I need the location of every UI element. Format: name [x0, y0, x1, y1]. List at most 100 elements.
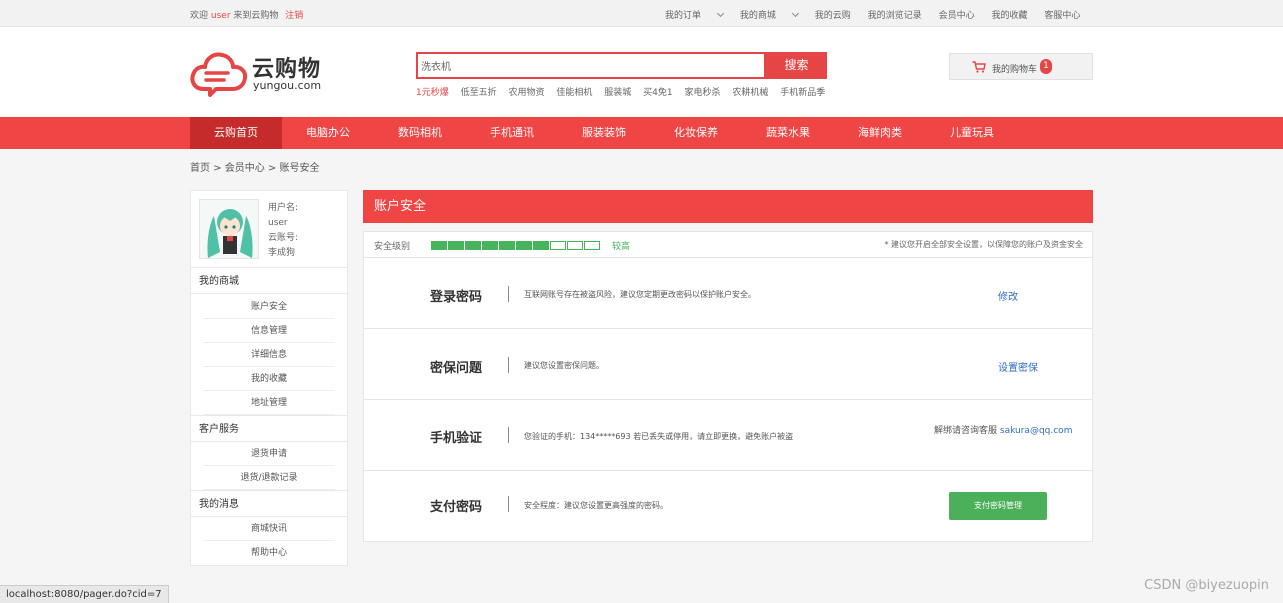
avatar — [199, 199, 259, 259]
sidebar-item-info-management[interactable]: 信息管理 — [203, 319, 335, 343]
welcome-suffix: 来到云购物 — [233, 11, 279, 21]
payment-password-button[interactable]: 支付密码管理 — [949, 492, 1047, 520]
top-link-member[interactable]: 会员中心 — [939, 11, 975, 21]
sidebar-item-help[interactable]: 帮助中心 — [203, 541, 335, 565]
username-link[interactable]: user — [211, 11, 231, 21]
cart-count-badge: 1 — [1040, 59, 1052, 74]
status-url: localhost:8080/pager.do?cid=7 — [0, 585, 169, 603]
row-divider — [508, 357, 509, 373]
row-title: 密保问题 — [430, 361, 483, 376]
sidebar-section-messages: 我的消息 — [191, 490, 347, 517]
security-level-value: 较高 — [612, 242, 631, 252]
nav-item-computers[interactable]: 电脑办公 — [282, 117, 374, 149]
security-level-segment — [533, 241, 549, 250]
top-link-service[interactable]: 客服中心 — [1044, 11, 1080, 21]
sidebar-item-favorites[interactable]: 我的收藏 — [203, 367, 335, 391]
hotword-link[interactable]: 低至五折 — [461, 88, 497, 98]
logo-domain: yungou.com — [253, 79, 322, 92]
sidebar-item-return-request[interactable]: 退货申请 — [203, 442, 335, 466]
security-level-segment — [567, 241, 583, 250]
sidebar-item-account-security[interactable]: 账户安全 — [203, 295, 335, 319]
cart-button[interactable]: 我的购物车 1 — [949, 53, 1093, 80]
sidebar-item-addresses[interactable]: 地址管理 — [203, 391, 335, 415]
service-email-link[interactable]: sakura@qq.com — [1000, 426, 1073, 436]
welcome-label: 欢迎 — [190, 11, 209, 21]
nav-item-toys[interactable]: 儿童玩具 — [926, 117, 1018, 149]
security-row-payment-password: 支付密码 安全程度：建议您设置更高强度的密码。 支付密码管理 — [364, 471, 1092, 542]
account-label: 云账号: — [268, 233, 299, 243]
hotword-link[interactable]: 家电秒杀 — [685, 88, 721, 98]
sidebar-section-service: 客户服务 — [191, 415, 347, 442]
username-label: 用户名: — [268, 203, 299, 213]
hotword-link[interactable]: 1元秒爆 — [416, 88, 449, 98]
header: 云购物 yungou.com 搜索 1元秒爆 低至五折 农用物资 佳能相机 服装… — [0, 27, 1283, 117]
nav-item-clothing[interactable]: 服装装饰 — [558, 117, 650, 149]
modify-password-link[interactable]: 修改 — [998, 288, 1018, 303]
breadcrumb: 首页 > 会员中心 > 账号安全 — [190, 163, 320, 174]
sidebar-item-news[interactable]: 商城快讯 — [203, 517, 335, 541]
hotword-link[interactable]: 佳能相机 — [556, 88, 592, 98]
hotword-link[interactable]: 手机新品季 — [780, 88, 825, 98]
hotword-link[interactable]: 服装城 — [604, 88, 631, 98]
security-row-login-password: 登录密码 互联网账号存在被盗风险，建议您定期更改密码以保护账户安全。 修改 — [364, 258, 1092, 329]
nav-item-cameras[interactable]: 数码相机 — [374, 117, 466, 149]
security-level-segment — [482, 241, 498, 250]
chevron-down-icon — [716, 9, 725, 18]
row-description: 安全程度：建议您设置更高强度的密码。 — [524, 501, 668, 510]
search-box — [416, 52, 766, 79]
hotword-link[interactable]: 农用物资 — [509, 88, 545, 98]
site-logo[interactable]: 云购物 yungou.com — [190, 49, 340, 97]
top-link-yungou[interactable]: 我的云购 — [815, 11, 851, 21]
security-level-segment — [584, 241, 600, 250]
top-link-favorites[interactable]: 我的收藏 — [991, 11, 1027, 21]
unbind-note: 解绑请咨询客服 sakura@qq.com — [934, 423, 1072, 436]
security-level-segment — [550, 241, 566, 250]
user-info: 用户名: user 云账号: 李成狗 — [268, 201, 298, 261]
account-value: 李成狗 — [268, 248, 296, 258]
sidebar-item-refund-records[interactable]: 退货/退款记录 — [203, 466, 335, 490]
security-level-row: 安全级别 较高 * 建议您开启全部安全设置，以保障您的账户及资金安全 — [364, 232, 1092, 258]
row-divider — [508, 286, 509, 302]
cart-icon — [972, 61, 986, 73]
top-link-history[interactable]: 我的浏览记录 — [868, 11, 922, 21]
security-row-security-question: 密保问题 建议您设置密保问题。 设置密保 — [364, 329, 1092, 400]
account-security-panel: 账户安全 安全级别 较高 * 建议您开启全部安全设置，以保障您的账户及资金安全 … — [363, 190, 1093, 542]
avatar-image — [200, 200, 258, 258]
search-button[interactable]: 搜索 — [766, 52, 827, 79]
chevron-down-icon — [791, 9, 799, 18]
nav-item-seafood[interactable]: 海鲜肉类 — [834, 117, 926, 149]
row-divider — [508, 496, 509, 512]
row-description: 建议您设置密保问题。 — [524, 361, 604, 370]
panel-body: 安全级别 较高 * 建议您开启全部安全设置，以保障您的账户及资金安全 登录密码 … — [363, 231, 1093, 542]
top-bar: 欢迎 user 来到云购物 注销 我的订单 我的商城 我的云购 我的浏览记录 会… — [0, 0, 1283, 27]
unbind-note-text: 解绑请咨询客服 — [934, 426, 998, 436]
search-input[interactable] — [418, 54, 764, 77]
hotword-link[interactable]: 买4免1 — [643, 88, 672, 98]
row-title: 支付密码 — [430, 500, 483, 515]
row-title: 登录密码 — [430, 290, 483, 305]
row-divider — [508, 427, 509, 443]
sidebar-section-mall: 我的商城 — [191, 267, 347, 294]
username-value: user — [268, 218, 288, 228]
security-level-segment — [431, 241, 447, 250]
nav-item-home[interactable]: 云购首页 — [190, 117, 282, 149]
watermark: CSDN @biyezuopin — [1144, 578, 1269, 593]
nav-item-produce[interactable]: 蔬菜水果 — [742, 117, 834, 149]
nav-item-cosmetics[interactable]: 化妆保养 — [650, 117, 742, 149]
top-link-mall[interactable]: 我的商城 — [740, 9, 799, 21]
member-sidebar: 用户名: user 云账号: 李成狗 我的商城 账户安全 信息管理 详细信息 我… — [190, 190, 348, 566]
nav-item-phones[interactable]: 手机通讯 — [466, 117, 558, 149]
hotword-link[interactable]: 农耕机械 — [732, 88, 768, 98]
security-row-phone: 手机验证 您验证的手机：134*****693 若已丢失或停用，请立即更换，避免… — [364, 400, 1092, 471]
hot-keywords: 1元秒爆 低至五折 农用物资 佳能相机 服装城 买4免1 家电秒杀 农耕机械 手… — [416, 85, 834, 98]
top-links: 我的订单 我的商城 我的云购 我的浏览记录 会员中心 我的收藏 客服中心 — [665, 8, 1094, 21]
sidebar-item-details[interactable]: 详细信息 — [203, 343, 335, 367]
top-link-orders[interactable]: 我的订单 — [665, 9, 725, 21]
security-tip: * 建议您开启全部安全设置，以保障您的账户及资金安全 — [884, 240, 1083, 249]
row-title: 手机验证 — [430, 431, 483, 446]
welcome-text: 欢迎 user 来到云购物 注销 — [190, 8, 303, 21]
security-level-segment — [465, 241, 481, 250]
set-security-question-link[interactable]: 设置密保 — [998, 359, 1038, 374]
logout-link[interactable]: 注销 — [285, 11, 303, 21]
security-level-segment — [448, 241, 464, 250]
